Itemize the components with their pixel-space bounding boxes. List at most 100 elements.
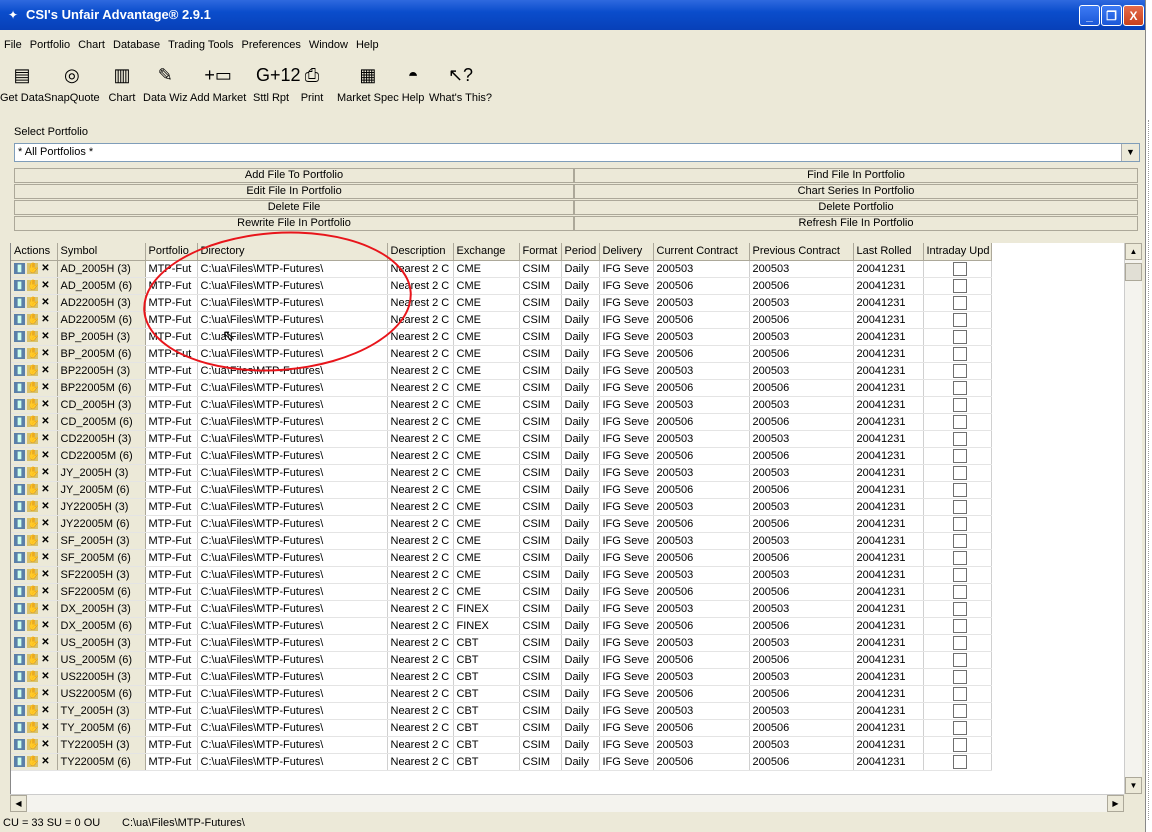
edit-action-icon[interactable]: ✋ (27, 416, 39, 428)
chart-action-icon[interactable]: ▮ (14, 501, 25, 513)
scroll-up-icon[interactable]: ▲ (1125, 243, 1142, 260)
chart-action-icon[interactable]: ▮ (14, 433, 25, 445)
delete-action-icon[interactable]: ✕ (40, 433, 51, 444)
delete-action-icon[interactable]: ✕ (40, 569, 51, 580)
intraday-update-checkbox[interactable] (952, 686, 967, 701)
add-file-to-portfolio-button[interactable]: Add File To Portfolio (14, 168, 574, 183)
table-row[interactable]: ▮ ✋ ✕ SF22005H (3) MTP-Fut C:\ua\Files\MTP-Fu… (11, 566, 992, 584)
table-row[interactable]: ▮ ✋ ✕ CD_2005M (6) MTP-Fut C:\ua\Files\MTP-Fu… (11, 413, 992, 431)
toolbar-print-button[interactable]: ⎙ Print (297, 58, 327, 104)
delete-action-icon[interactable]: ✕ (40, 450, 51, 461)
edit-action-icon[interactable]: ✋ (27, 433, 39, 445)
table-row[interactable]: ▮ ✋ ✕ BP_2005H (3) MTP-Fut C:\ua\Files\MTP-Fu… (11, 328, 992, 346)
table-row[interactable]: ▮ ✋ ✕ SF_2005M (6) MTP-Fut C:\ua\Files\MTP-Fu… (11, 549, 992, 567)
table-row[interactable]: ▮ ✋ ✕ TY22005H (3) MTP-Fut C:\ua\Files\MTP-Fu… (11, 736, 992, 754)
menu-chart[interactable]: Chart (74, 36, 109, 54)
column-header-last-rolled[interactable]: Last Rolled (853, 243, 924, 261)
table-row[interactable]: ▮ ✋ ✕ DX_2005H (3) MTP-Fut C:\ua\Files\MTP-Fu… (11, 600, 992, 618)
edit-action-icon[interactable]: ✋ (27, 552, 39, 564)
table-row[interactable]: ▮ ✋ ✕ DX_2005M (6) MTP-Fut C:\ua\Files\MTP-Fu… (11, 617, 992, 635)
scroll-right-icon[interactable]: ▶ (1107, 795, 1124, 812)
intraday-update-checkbox[interactable] (952, 669, 967, 684)
edit-action-icon[interactable]: ✋ (27, 365, 39, 377)
toolbar-chart-button[interactable]: ▥ Chart (107, 58, 137, 104)
table-row[interactable]: ▮ ✋ ✕ TY_2005M (6) MTP-Fut C:\ua\Files\MTP-Fu… (11, 719, 992, 737)
table-row[interactable]: ▮ ✋ ✕ US22005H (3) MTP-Fut C:\ua\Files\MTP-Fu… (11, 668, 992, 686)
menu-preferences[interactable]: Preferences (238, 36, 305, 54)
row-actions[interactable]: ▮ ✋ ✕ (11, 532, 58, 550)
edit-action-icon[interactable]: ✋ (27, 280, 39, 292)
refresh-file-in-portfolio-button[interactable]: Refresh File In Portfolio (574, 216, 1138, 231)
intraday-update-checkbox[interactable] (952, 261, 967, 276)
dropdown-arrow-icon[interactable]: ▼ (1121, 144, 1139, 161)
table-row[interactable]: ▮ ✋ ✕ AD22005H (3) MTP-Fut C:\ua\Files\MTP-Fu… (11, 294, 992, 312)
chart-action-icon[interactable]: ▮ (14, 603, 25, 615)
delete-action-icon[interactable]: ✕ (40, 756, 51, 767)
chart-action-icon[interactable]: ▮ (14, 756, 25, 768)
row-actions[interactable]: ▮ ✋ ✕ (11, 413, 58, 431)
intraday-update-checkbox[interactable] (952, 329, 967, 344)
table-row[interactable]: ▮ ✋ ✕ SF_2005H (3) MTP-Fut C:\ua\Files\MTP-Fu… (11, 532, 992, 550)
intraday-update-checkbox[interactable] (952, 499, 967, 514)
row-actions[interactable]: ▮ ✋ ✕ (11, 566, 58, 584)
column-header-delivery[interactable]: Delivery (599, 243, 654, 261)
intraday-update-checkbox[interactable] (952, 601, 967, 616)
rewrite-file-in-portfolio-button[interactable]: Rewrite File In Portfolio (14, 216, 574, 231)
row-actions[interactable]: ▮ ✋ ✕ (11, 617, 58, 635)
intraday-update-checkbox[interactable] (952, 720, 967, 735)
menu-portfolio[interactable]: Portfolio (26, 36, 74, 54)
toolbar-what-s-this--button[interactable]: ↖? What's This? (429, 58, 492, 104)
intraday-update-checkbox[interactable] (952, 346, 967, 361)
edit-action-icon[interactable]: ✋ (27, 739, 39, 751)
edit-action-icon[interactable]: ✋ (27, 586, 39, 598)
chart-series-in-portfolio-button[interactable]: Chart Series In Portfolio (574, 184, 1138, 199)
delete-portfolio-button[interactable]: Delete Portfolio (574, 200, 1138, 215)
delete-action-icon[interactable]: ✕ (40, 688, 51, 699)
menu-database[interactable]: Database (109, 36, 164, 54)
table-row[interactable]: ▮ ✋ ✕ US22005M (6) MTP-Fut C:\ua\Files\MTP-Fu… (11, 685, 992, 703)
column-header-previous-contract[interactable]: Previous Contract (749, 243, 854, 261)
delete-file-button[interactable]: Delete File (14, 200, 574, 215)
table-row[interactable]: ▮ ✋ ✕ SF22005M (6) MTP-Fut C:\ua\Files\MTP-Fu… (11, 583, 992, 601)
chart-action-icon[interactable]: ▮ (14, 620, 25, 632)
title-bar[interactable]: ✦ CSI's Unfair Advantage® 2.9.1 _ ❐ X (0, 0, 1145, 30)
delete-action-icon[interactable]: ✕ (40, 603, 51, 614)
chart-action-icon[interactable]: ▮ (14, 484, 25, 496)
chart-action-icon[interactable]: ▮ (14, 586, 25, 598)
row-actions[interactable]: ▮ ✋ ✕ (11, 260, 58, 278)
table-row[interactable]: ▮ ✋ ✕ BP22005M (6) MTP-Fut C:\ua\Files\MTP-Fu… (11, 379, 992, 397)
toolbar-add-market-button[interactable]: +▭ Add Market (190, 58, 246, 104)
portfolio-grid[interactable]: Actions Symbol Portfolio Directory Descripti… (10, 243, 1125, 794)
column-header-format[interactable]: Format (519, 243, 562, 261)
column-header-period[interactable]: Period (561, 243, 600, 261)
edit-action-icon[interactable]: ✋ (27, 654, 39, 666)
delete-action-icon[interactable]: ✕ (40, 331, 51, 342)
delete-action-icon[interactable]: ✕ (40, 586, 51, 597)
intraday-update-checkbox[interactable] (952, 363, 967, 378)
find-file-in-portfolio-button[interactable]: Find File In Portfolio (574, 168, 1138, 183)
intraday-update-checkbox[interactable] (952, 533, 967, 548)
edit-action-icon[interactable]: ✋ (27, 348, 39, 360)
toolbar-snapquote-button[interactable]: ◎ SnapQuote (44, 58, 100, 104)
row-actions[interactable]: ▮ ✋ ✕ (11, 651, 58, 669)
chart-action-icon[interactable]: ▮ (14, 654, 25, 666)
edit-action-icon[interactable]: ✋ (27, 450, 39, 462)
intraday-update-checkbox[interactable] (952, 737, 967, 752)
row-actions[interactable]: ▮ ✋ ✕ (11, 719, 58, 737)
table-row[interactable]: ▮ ✋ ✕ CD22005H (3) MTP-Fut C:\ua\Files\MTP-Fu… (11, 430, 992, 448)
minimize-button[interactable]: _ (1079, 5, 1100, 26)
row-actions[interactable]: ▮ ✋ ✕ (11, 328, 58, 346)
delete-action-icon[interactable]: ✕ (40, 620, 51, 631)
delete-action-icon[interactable]: ✕ (40, 365, 51, 376)
chart-action-icon[interactable]: ▮ (14, 263, 25, 275)
scroll-thumb[interactable] (1125, 263, 1142, 281)
edit-action-icon[interactable]: ✋ (27, 756, 39, 768)
table-row[interactable]: ▮ ✋ ✕ TY22005M (6) MTP-Fut C:\ua\Files\MTP-Fu… (11, 753, 992, 771)
edit-action-icon[interactable]: ✋ (27, 399, 39, 411)
delete-action-icon[interactable]: ✕ (40, 671, 51, 682)
edit-action-icon[interactable]: ✋ (27, 603, 39, 615)
chart-action-icon[interactable]: ▮ (14, 416, 25, 428)
chart-action-icon[interactable]: ▮ (14, 671, 25, 683)
edit-action-icon[interactable]: ✋ (27, 314, 39, 326)
edit-file-in-portfolio-button[interactable]: Edit File In Portfolio (14, 184, 574, 199)
